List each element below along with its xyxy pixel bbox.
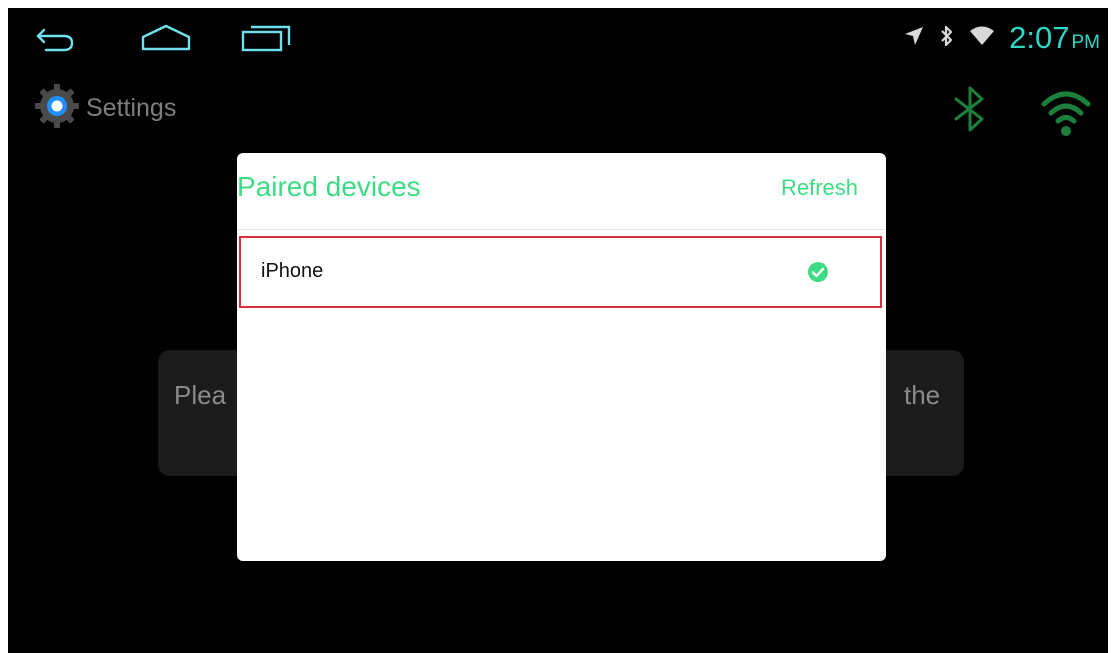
settings-gear-icon xyxy=(34,83,80,134)
clock-time: 2:07 xyxy=(1009,20,1070,55)
screen: 2:07 PM Settings Plea the Paired devices… xyxy=(8,8,1108,653)
home-icon[interactable] xyxy=(136,20,196,56)
back-icon[interactable] xyxy=(26,20,86,56)
device-row-iphone[interactable]: iPhone xyxy=(239,236,882,308)
clock-ampm: PM xyxy=(1071,32,1101,53)
wifi-toggle-icon[interactable] xyxy=(1038,84,1094,140)
bluetooth-toggle-icon[interactable] xyxy=(948,84,992,134)
dialog-title: Paired devices xyxy=(237,171,421,202)
location-icon xyxy=(903,25,925,52)
refresh-button[interactable]: Refresh xyxy=(781,175,858,201)
dialog-header: Paired devices Refresh xyxy=(237,153,886,230)
connected-check-icon xyxy=(807,261,829,283)
recent-apps-icon[interactable] xyxy=(236,20,296,56)
clock: 2:07 PM xyxy=(1009,20,1100,56)
paired-devices-dialog: Paired devices Refresh iPhone xyxy=(237,153,886,561)
app-header: Settings xyxy=(34,83,177,130)
background-text-right: the xyxy=(904,380,941,410)
status-bar: 2:07 PM xyxy=(8,8,1108,70)
status-icons: 2:07 PM xyxy=(903,16,1100,60)
background-text-left: Plea xyxy=(174,380,227,410)
bluetooth-icon xyxy=(939,24,955,53)
app-title: Settings xyxy=(86,93,177,122)
device-name: iPhone xyxy=(261,260,324,282)
wifi-icon xyxy=(969,25,995,52)
